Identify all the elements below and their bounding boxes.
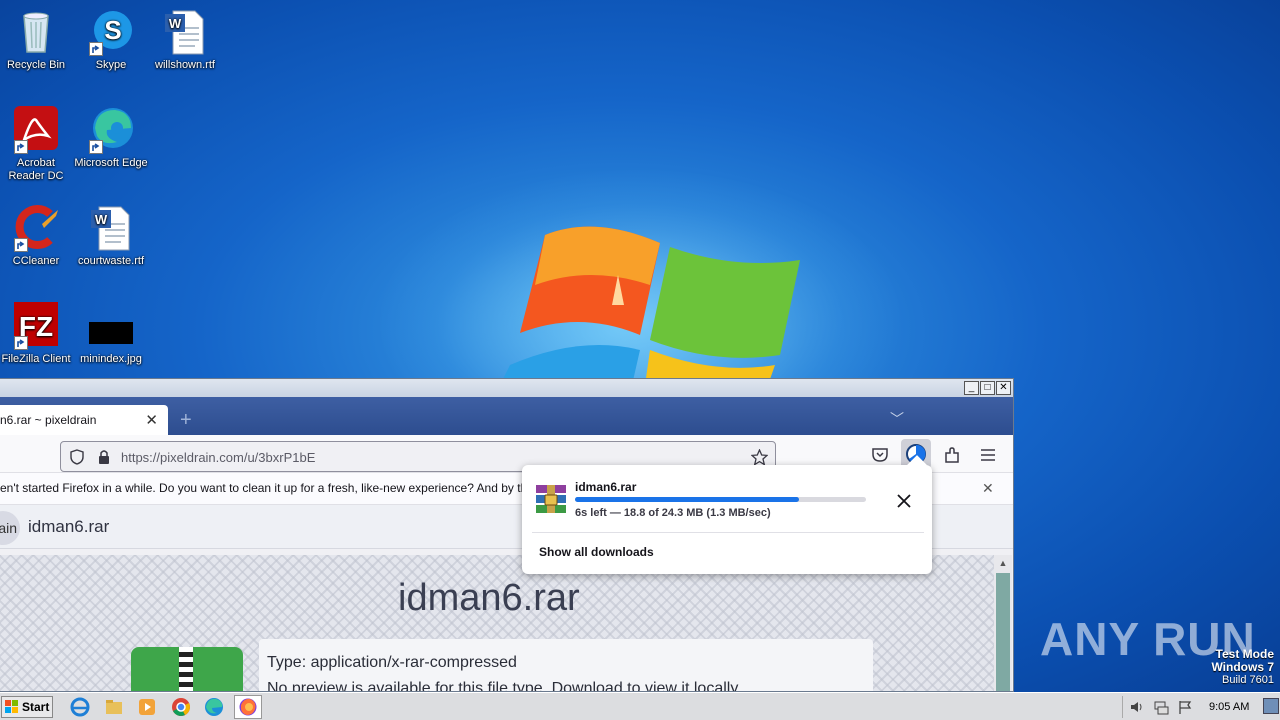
download-progress-bar [575, 497, 866, 502]
show-desktop-button[interactable] [1263, 698, 1279, 714]
system-tray: 9:05 AM [1122, 696, 1280, 718]
taskbar-firefox-button[interactable] [234, 695, 262, 719]
window-titlebar[interactable]: _ □ ✕ [0, 379, 1013, 397]
close-tab-icon[interactable]: ✕ [145, 411, 158, 429]
microsoft-edge-icon [87, 106, 135, 154]
file-type-text: Type: application/x-rar-compressed [267, 654, 517, 671]
skype-icon: S [87, 8, 135, 56]
test-mode-watermark: Test Mode Windows 7 Build 7601 [1211, 648, 1274, 687]
tab-strip: n6.rar ~ pixeldrain ✕ + ﹀ [0, 397, 1013, 435]
archive-file-icon [131, 647, 243, 691]
start-label: Start [22, 700, 50, 714]
start-button[interactable]: Start [1, 696, 53, 718]
edge-icon[interactable] [204, 697, 224, 717]
desktop-icon-skype[interactable]: S Skype [73, 8, 149, 72]
word-document-icon: W [161, 8, 209, 56]
notification-message: en't started Firefox in a while. Do you … [0, 481, 580, 495]
internet-explorer-icon[interactable] [70, 697, 90, 717]
scroll-up-arrow-icon[interactable]: ▲ [994, 555, 1012, 571]
lock-icon[interactable] [97, 449, 111, 465]
minimize-button[interactable]: _ [964, 381, 979, 395]
action-center-flag-icon[interactable] [1177, 699, 1193, 715]
acrobat-reader-icon [12, 106, 60, 154]
chrome-icon[interactable] [171, 697, 191, 717]
winrar-archive-icon [534, 483, 568, 517]
svg-text:W: W [95, 212, 108, 227]
shortcut-arrow-icon [14, 238, 28, 252]
ccleaner-icon [12, 204, 60, 252]
header-file-name: idman6.rar [28, 517, 110, 536]
media-player-icon[interactable] [137, 697, 157, 717]
download-progress-fill [575, 497, 800, 502]
desktop-icon-label: Acrobat Reader DC [8, 157, 64, 182]
desktop-icon-minindex[interactable]: minindex.jpg [73, 302, 149, 366]
svg-text:W: W [169, 16, 182, 31]
tab-pixeldrain[interactable]: n6.rar ~ pixeldrain ✕ [0, 405, 168, 435]
volume-icon[interactable] [1129, 699, 1145, 715]
shortcut-arrow-icon [89, 140, 103, 154]
svg-text:S: S [104, 15, 121, 45]
cancel-download-icon[interactable] [892, 489, 916, 513]
shortcut-arrow-icon [14, 336, 28, 350]
bookmark-star-icon[interactable] [751, 449, 768, 466]
windows-logo-icon [500, 226, 800, 385]
scrollbar-thumb[interactable] [996, 573, 1010, 691]
network-icon[interactable] [1153, 699, 1169, 715]
close-notification-icon[interactable]: ✕ [982, 480, 994, 497]
download-status: 6s left — 18.8 of 24.3 MB (1.3 MB/sec) [575, 507, 771, 519]
extensions-icon[interactable] [942, 445, 962, 465]
word-document-icon: W [87, 204, 135, 252]
os-label: Windows 7 [1211, 660, 1274, 674]
show-all-downloads-button[interactable]: Show all downloads [539, 545, 654, 559]
pocket-icon[interactable] [870, 445, 890, 465]
filezilla-icon: FZ [12, 302, 60, 350]
desktop-icon-label: FileZilla Client [1, 353, 71, 365]
desktop-icon-filezilla[interactable]: FZ FileZilla Client [0, 302, 74, 366]
panel-divider [532, 532, 924, 533]
taskbar: Start 9:05 AM [0, 692, 1280, 720]
recycle-bin-icon [12, 8, 60, 56]
pixeldrain-logo[interactable]: ain [0, 511, 20, 545]
maximize-button[interactable]: □ [980, 381, 995, 395]
file-viewer: idman6.rar Type: application/x-rar-compr… [0, 555, 994, 692]
desktop-icon-ccleaner[interactable]: CCleaner [0, 204, 74, 268]
list-all-tabs-icon[interactable]: ﹀ [890, 409, 904, 429]
desktop-icon-label: Recycle Bin [6, 59, 66, 71]
page-scrollbar[interactable]: ▲ [994, 555, 1012, 691]
desktop-icon-label: Microsoft Edge [74, 157, 148, 169]
desktop-icon-label: courtwaste.rtf [77, 255, 145, 267]
desktop-icon-courtwaste[interactable]: W courtwaste.rtf [73, 204, 149, 268]
url-text: https://pixeldrain.com/u/3bxrP1bE [121, 450, 316, 465]
new-tab-button[interactable]: + [180, 409, 192, 432]
file-info-box: Type: application/x-rar-compressed No pr… [259, 639, 873, 692]
desktop-icon-label: willshown.rtf [155, 59, 215, 71]
image-file-icon [87, 302, 135, 350]
downloads-panel: idman6.rar 6s left — 18.8 of 24.3 MB (1.… [522, 455, 932, 574]
window-controls: _ □ ✕ [964, 381, 1011, 395]
download-file-name: idman6.rar [575, 480, 637, 494]
desktop-icon-recycle-bin[interactable]: Recycle Bin [0, 8, 74, 72]
desktop-icon-willshown[interactable]: W willshown.rtf [147, 8, 223, 72]
desktop-icon-label: Skype [95, 59, 127, 71]
build-label: Build 7601 [1222, 674, 1274, 686]
desktop-icon-edge[interactable]: Microsoft Edge [73, 106, 149, 170]
menu-icon[interactable] [978, 445, 998, 465]
desktop-icon-label: CCleaner [12, 255, 60, 267]
tab-title: n6.rar ~ pixeldrain [0, 413, 97, 427]
shield-icon[interactable] [69, 449, 85, 465]
close-window-button[interactable]: ✕ [996, 381, 1011, 395]
clock[interactable]: 9:05 AM [1209, 701, 1249, 713]
no-preview-text: No preview is available for this file ty… [267, 680, 742, 692]
file-explorer-icon[interactable] [104, 697, 124, 717]
desktop-icon-acrobat[interactable]: Acrobat Reader DC [0, 106, 74, 183]
shortcut-arrow-icon [89, 42, 103, 56]
shortcut-arrow-icon [14, 140, 28, 154]
windows-start-icon [5, 700, 18, 713]
desktop-icon-label: minindex.jpg [80, 353, 142, 365]
firefox-icon [239, 698, 257, 716]
page-title: idman6.rar [398, 577, 580, 619]
